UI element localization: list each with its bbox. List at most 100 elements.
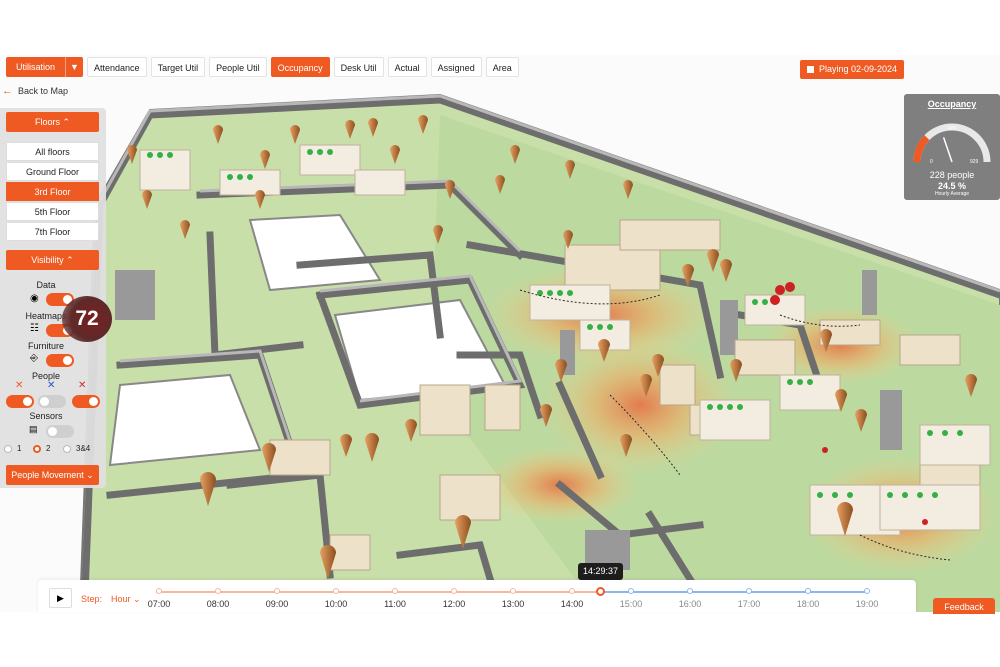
step-select-label: Hour <box>111 594 131 604</box>
timeline-tick[interactable] <box>215 588 221 594</box>
tab-target-util[interactable]: Target Util <box>150 57 206 77</box>
step-label: Step: <box>81 594 103 604</box>
sensor-option-2[interactable] <box>33 445 41 453</box>
timeline-tick[interactable] <box>746 588 752 594</box>
timeline-bar: ▶ Step: Hour ⌄ 07:00 08:00 09:00 10:00 11:00… <box>38 580 916 612</box>
tab-desk-util[interactable]: Desk Util <box>333 57 384 77</box>
chevron-down-icon[interactable]: ▼ <box>65 57 83 77</box>
floor-plan-svg <box>78 93 1000 612</box>
play-icon: ▶ <box>57 593 64 603</box>
gauge-fill <box>913 135 930 163</box>
timeline-tick[interactable] <box>392 588 398 594</box>
timeline-tick[interactable] <box>628 588 634 594</box>
layers-icon: ☷ <box>30 323 39 334</box>
back-to-map-label: Back to Map <box>18 86 69 96</box>
playing-button[interactable]: Playing 02-09-2024 <box>800 60 904 79</box>
timeline-hour-label: 10:00 <box>324 599 348 609</box>
floor-3rd-floor[interactable]: 3rd Floor <box>6 182 99 201</box>
floor-5th-floor[interactable]: 5th Floor <box>6 202 99 221</box>
column <box>880 390 902 450</box>
play-button[interactable]: ▶ <box>49 588 72 608</box>
chair-icon: ⎆ <box>30 353 38 364</box>
timeline-hour-label: 12:00 <box>442 599 466 609</box>
tab-people-util[interactable]: People Util <box>209 57 267 77</box>
gauge-people-count: 228 people <box>929 170 975 180</box>
people-toggle-assigned[interactable] <box>38 395 66 408</box>
timeline-hour-label: 18:00 <box>796 599 820 609</box>
tab-area[interactable]: Area <box>485 57 519 77</box>
timeline-thumb[interactable] <box>596 587 605 596</box>
gauge-percent: 24.5 % <box>937 181 967 191</box>
stairs <box>115 270 155 320</box>
sensor-option-1[interactable] <box>4 445 12 453</box>
people-movement-button[interactable]: People Movement ⌄ <box>6 465 99 485</box>
floors-button[interactable]: Floors ⌃ <box>6 112 99 132</box>
timeline-tick[interactable] <box>569 588 575 594</box>
timeline-tick[interactable] <box>451 588 457 594</box>
timeline-tick[interactable] <box>805 588 811 594</box>
tab-actual[interactable]: Actual <box>387 57 427 77</box>
stop-icon <box>807 66 814 73</box>
timeline-hour-label: 16:00 <box>678 599 702 609</box>
arrow-left-icon: ← <box>2 85 13 97</box>
people-count-badge[interactable]: 72 <box>62 296 112 342</box>
floor-ground-floor[interactable]: Ground Floor <box>6 162 99 181</box>
timeline-hour-label: 09:00 <box>265 599 289 609</box>
floor-all-floors[interactable]: All floors <box>6 142 99 161</box>
furniture-toggle-label: Furniture <box>27 341 64 351</box>
sensors-toggle-label: Sensors <box>29 411 63 421</box>
gauge-max: 929 <box>970 159 979 165</box>
chevron-up-icon: ⌃ <box>62 117 71 127</box>
person-icon: ✕ <box>15 380 24 391</box>
playing-label: Playing 02-09-2024 <box>819 64 898 74</box>
visibility-label: Visibility <box>31 255 64 265</box>
tab-assigned[interactable]: Assigned <box>430 57 482 77</box>
people-toggle-present[interactable] <box>6 395 34 408</box>
timeline-hour-label: 14:00 <box>560 599 584 609</box>
timeline-tick[interactable] <box>687 588 693 594</box>
target-icon: ◉ <box>30 293 39 304</box>
sensor-option-3-4[interactable] <box>63 445 71 453</box>
view-toolbar: Utilisation ▼ Attendance Target Util Peo… <box>6 57 519 77</box>
tab-occupancy[interactable]: Occupancy <box>270 57 330 77</box>
person-icon: ✕ <box>47 380 56 391</box>
people-movement-label: People Movement <box>11 470 84 480</box>
sensors-toggle[interactable] <box>46 425 74 438</box>
app-root: Utilisation ▼ Attendance Target Util Peo… <box>0 0 1000 667</box>
data-toggle-label: Data <box>36 280 56 290</box>
timeline-remaining[interactable] <box>600 591 866 593</box>
timeline-hour-label: 19:00 <box>855 599 879 609</box>
timeline-tick[interactable] <box>864 588 870 594</box>
step-select[interactable]: Hour ⌄ <box>111 594 141 605</box>
tab-attendance[interactable]: Attendance <box>87 57 147 77</box>
person-icon: ✕ <box>78 380 87 391</box>
timeline-hour-label: 17:00 <box>737 599 761 609</box>
gauge-needle <box>942 137 953 163</box>
timeline-tick[interactable] <box>274 588 280 594</box>
sensor-option-1-label: 1 <box>17 444 22 453</box>
floor-7th-floor[interactable]: 7th Floor <box>6 222 99 241</box>
timeline-hour-label: 13:00 <box>501 599 525 609</box>
sensor-option-3-4-label: 3&4 <box>76 444 91 453</box>
timeline-tick[interactable] <box>156 588 162 594</box>
chevron-down-icon: ⌄ <box>86 470 94 480</box>
gauge-dial <box>913 123 991 163</box>
mode-select[interactable]: Utilisation ▼ <box>6 57 84 77</box>
chevron-up-icon: ⌃ <box>66 255 74 265</box>
floor-plan-3d-view[interactable] <box>0 55 1000 612</box>
timeline-tick[interactable] <box>333 588 339 594</box>
sensor-icon: ▤ <box>29 424 38 434</box>
timeline-hour-label: 11:00 <box>384 599 406 609</box>
feedback-button[interactable]: Feedback <box>933 598 995 614</box>
timeline-hour-label: 15:00 <box>619 599 643 609</box>
mode-select-label: Utilisation <box>16 62 56 72</box>
people-toggle-other[interactable] <box>72 395 100 408</box>
sensor-option-2-label: 2 <box>46 444 51 453</box>
visibility-button[interactable]: Visibility ⌃ <box>6 250 99 270</box>
timeline-hour-label: 07:00 <box>147 599 171 609</box>
gauge-min: 0 <box>930 159 933 165</box>
timeline-progress[interactable] <box>156 591 600 593</box>
timeline-tick[interactable] <box>510 588 516 594</box>
back-to-map-link[interactable]: ← Back to Map <box>2 85 68 97</box>
furniture-toggle[interactable] <box>46 354 74 367</box>
